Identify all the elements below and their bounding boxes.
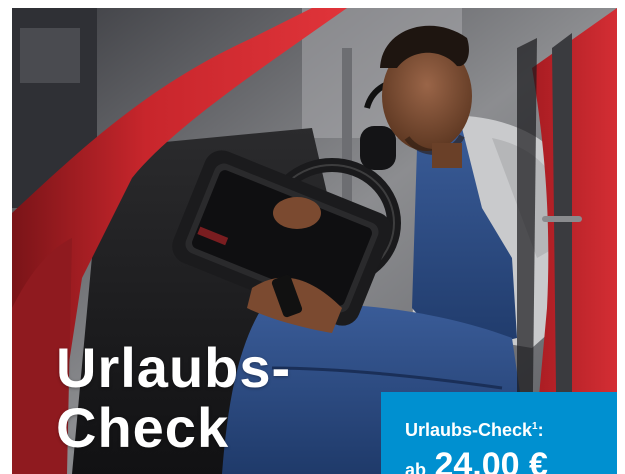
price-box: Urlaubs-Check1: ab 24,00 €	[381, 392, 617, 474]
price-label-text: Urlaubs-Check	[405, 420, 533, 440]
price-label-colon: :	[537, 420, 544, 440]
headline-line-2: Check	[56, 396, 230, 459]
price-row: ab 24,00 €	[405, 446, 548, 474]
ad-banner: Urlaubs- Check Urlaubs-Check1: ab 24,00 …	[12, 8, 617, 474]
headline: Urlaubs- Check	[56, 338, 291, 458]
price-label: Urlaubs-Check1:	[405, 420, 544, 441]
price-value: 24,00 €	[434, 446, 548, 474]
headline-line-1: Urlaubs-	[56, 336, 292, 399]
price-prefix: ab	[405, 460, 427, 474]
